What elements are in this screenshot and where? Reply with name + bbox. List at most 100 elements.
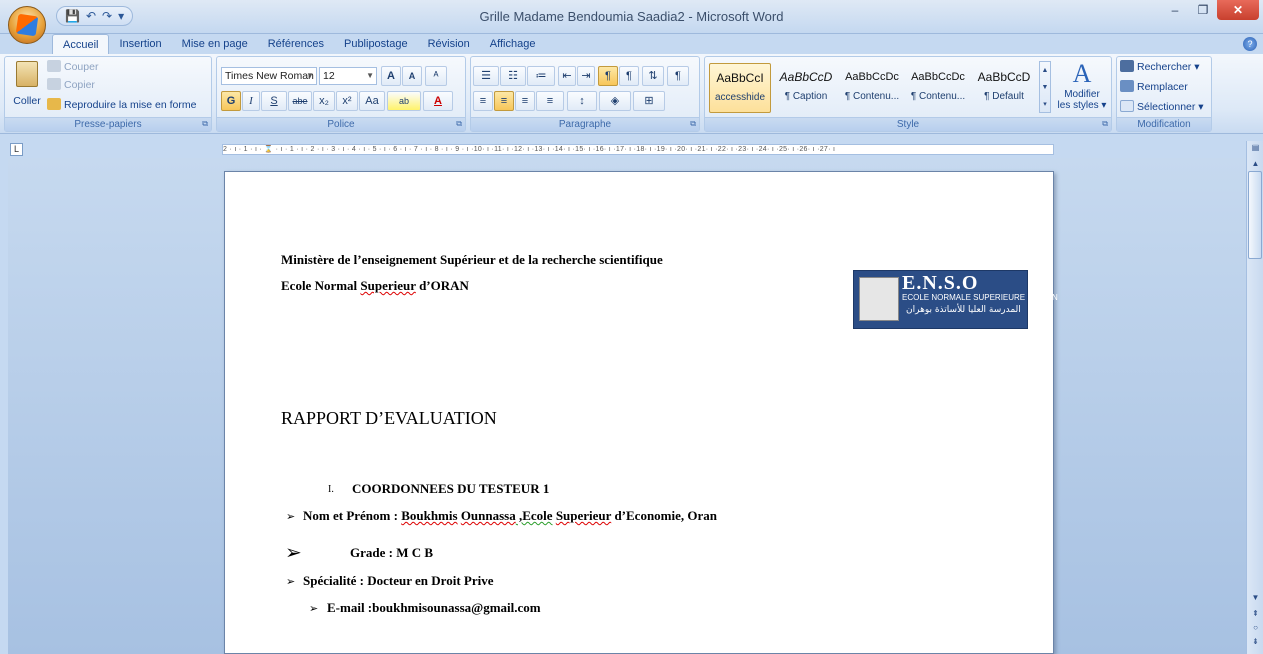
paste-button[interactable]: Coller [11,59,43,115]
decrease-indent-button[interactable]: ⇤ [558,66,576,86]
style-preview: AaBbCcD [977,70,1031,84]
find-button[interactable]: Rechercher ▾ [1120,59,1199,75]
clear-format-button[interactable]: ᴬ [425,66,447,86]
find-label: Rechercher ▾ [1137,61,1200,73]
superscript-button[interactable]: x² [336,91,358,111]
previous-page-icon[interactable]: ⇞ [1248,607,1263,621]
justify-button[interactable]: ≡ [536,91,564,111]
tab-revision[interactable]: Révision [418,34,480,54]
style-item[interactable]: AaBbCcI accesshide [709,63,771,113]
bullets-button[interactable]: ☰ [473,66,499,86]
show-marks-button[interactable]: ¶ [667,66,689,86]
style-item[interactable]: AaBbCcD ¶ Caption [775,63,837,113]
sort-button[interactable]: ⇅ [642,66,664,86]
paste-label: Coller [13,95,41,107]
scroll-down-button[interactable]: ▼ [1248,591,1263,605]
format-painter-button[interactable]: Reproduire la mise en forme [47,97,196,113]
highlight-button[interactable]: ab [387,91,421,111]
title-bar: 💾 ↶ ↷ ▾ Grille Madame Bendoumia Saadia2 … [0,0,1263,44]
align-center-button[interactable]: ≡ [494,91,514,111]
scroll-up-button[interactable]: ▲ [1248,157,1263,171]
style-name: ¶ Contenu... [844,91,900,102]
copy-icon [47,78,61,90]
tab-publipostage[interactable]: Publipostage [334,34,418,54]
tab-insertion[interactable]: Insertion [109,34,171,54]
cut-button[interactable]: Couper [47,59,98,75]
font-size-dropdown-icon[interactable]: ▼ [366,68,374,84]
scroll-thumb[interactable] [1248,171,1262,259]
close-button[interactable]: ✕ [1217,0,1259,20]
restore-button[interactable]: ❐ [1189,0,1217,20]
borders-button[interactable]: ⊞ [633,91,665,111]
tab-selector[interactable]: L [10,143,23,156]
strikethrough-button[interactable]: abe [288,91,312,111]
font-launcher-icon[interactable]: ⧉ [456,119,462,129]
italic-label: I [249,95,253,107]
change-case-button[interactable]: Aa [359,91,385,111]
logo-title: E.N.S.O [902,272,979,294]
clipboard-launcher-icon[interactable]: ⧉ [202,119,208,129]
change-styles-label-2: les styles ▾ [1057,100,1107,111]
tab-mise-en-page[interactable]: Mise en page [172,34,258,54]
numbering-button[interactable]: ☷ [500,66,526,86]
office-button[interactable] [8,6,46,44]
style-item[interactable]: AaBbCcD ¶ Default [973,63,1035,113]
font-size-box[interactable]: 12 ▼ [319,67,377,85]
minimize-button[interactable]: – [1161,0,1189,20]
rtl-button[interactable]: ¶ [619,66,639,86]
underline-button[interactable]: S [261,91,287,111]
replace-button[interactable]: Remplacer [1120,79,1188,95]
doc-email-line: E-mail :boukhmisounassa@gmail.com [327,600,541,615]
select-button[interactable]: Sélectionner ▾ [1120,99,1204,115]
next-page-icon[interactable]: ⇟ [1248,635,1263,649]
align-left-button[interactable]: ≡ [473,91,493,111]
ruler-row: L 2 · ı · 1 · ı · ⌛ · ı · 1 · ı · 2 · ı … [0,141,1263,157]
font-name-dropdown-icon[interactable]: ▼ [306,68,314,84]
style-item[interactable]: AaBbCcDc ¶ Contenu... [907,63,969,113]
brush-icon [47,98,61,110]
group-label-styles: Style [705,117,1111,131]
change-styles-button[interactable]: A Modifier les styles ▾ [1055,59,1109,115]
help-icon[interactable]: ? [1243,37,1257,51]
group-font: Times New Roman ▼ 12 ▼ A A ᴬ G I S abe x₂ … [216,56,466,132]
font-color-button[interactable]: A [423,91,453,111]
browse-object-icon[interactable]: ○ [1248,621,1263,635]
ruler-toggle-icon[interactable]: ▤ [1248,141,1263,155]
enso-logo: E.N.S.O ECOLE NORMALE SUPERIEURE D'ORAN … [853,270,1058,329]
style-item[interactable]: AaBbCcDc ¶ Contenu... [841,63,903,113]
italic-button[interactable]: I [242,91,260,111]
group-label-clipboard: Presse-papiers [5,117,211,131]
ltr-button[interactable]: ¶ [598,66,618,86]
subscript-button[interactable]: x₂ [313,91,335,111]
styles-launcher-icon[interactable]: ⧉ [1102,119,1108,129]
logo-subtitle: ECOLE NORMALE SUPERIEURE D'ORAN [902,293,1058,302]
highlight-label: ab [398,96,409,106]
bold-button[interactable]: G [221,91,241,111]
scissors-icon [47,60,61,72]
subscript-label: x₂ [319,95,329,107]
shading-button[interactable]: ◈ [599,91,631,111]
styles-gallery-scroll[interactable]: ▲ ▼ ▾ [1039,61,1051,113]
school-text-b: Superieur [360,278,416,293]
line-spacing-button[interactable]: ↕ [567,91,597,111]
select-label: Sélectionner ▾ [1137,101,1204,113]
style-name: accesshide [714,92,766,103]
increase-indent-button[interactable]: ⇥ [577,66,595,86]
paragraph-launcher-icon[interactable]: ⧉ [690,119,696,129]
copy-button[interactable]: Copier [47,77,95,93]
bold-label: G [226,95,236,107]
name-part-3: ,Ecole [515,508,553,523]
grow-font-button[interactable]: A [381,66,401,86]
logo-arabic: المدرسة العليا للأساتذة بوهران [906,305,1021,315]
change-styles-label-1: Modifier [1064,89,1100,100]
vertical-scrollbar[interactable]: ▤ ▲ ▼ ⇞ ○ ⇟ [1246,141,1263,654]
tab-references[interactable]: Références [258,34,334,54]
shrink-font-button[interactable]: A [402,66,422,86]
multilevel-list-button[interactable]: ≔ [527,66,555,86]
tab-accueil[interactable]: Accueil [52,34,110,55]
tab-affichage[interactable]: Affichage [480,34,546,54]
group-editing: Rechercher ▾ Remplacer Sélectionner ▾ Mo… [1116,56,1212,132]
align-right-button[interactable]: ≡ [515,91,535,111]
horizontal-ruler[interactable]: 2 · ı · 1 · ı · ⌛ · ı · 1 · ı · 2 · ı · … [222,144,1054,155]
font-name-box[interactable]: Times New Roman ▼ [221,67,317,85]
